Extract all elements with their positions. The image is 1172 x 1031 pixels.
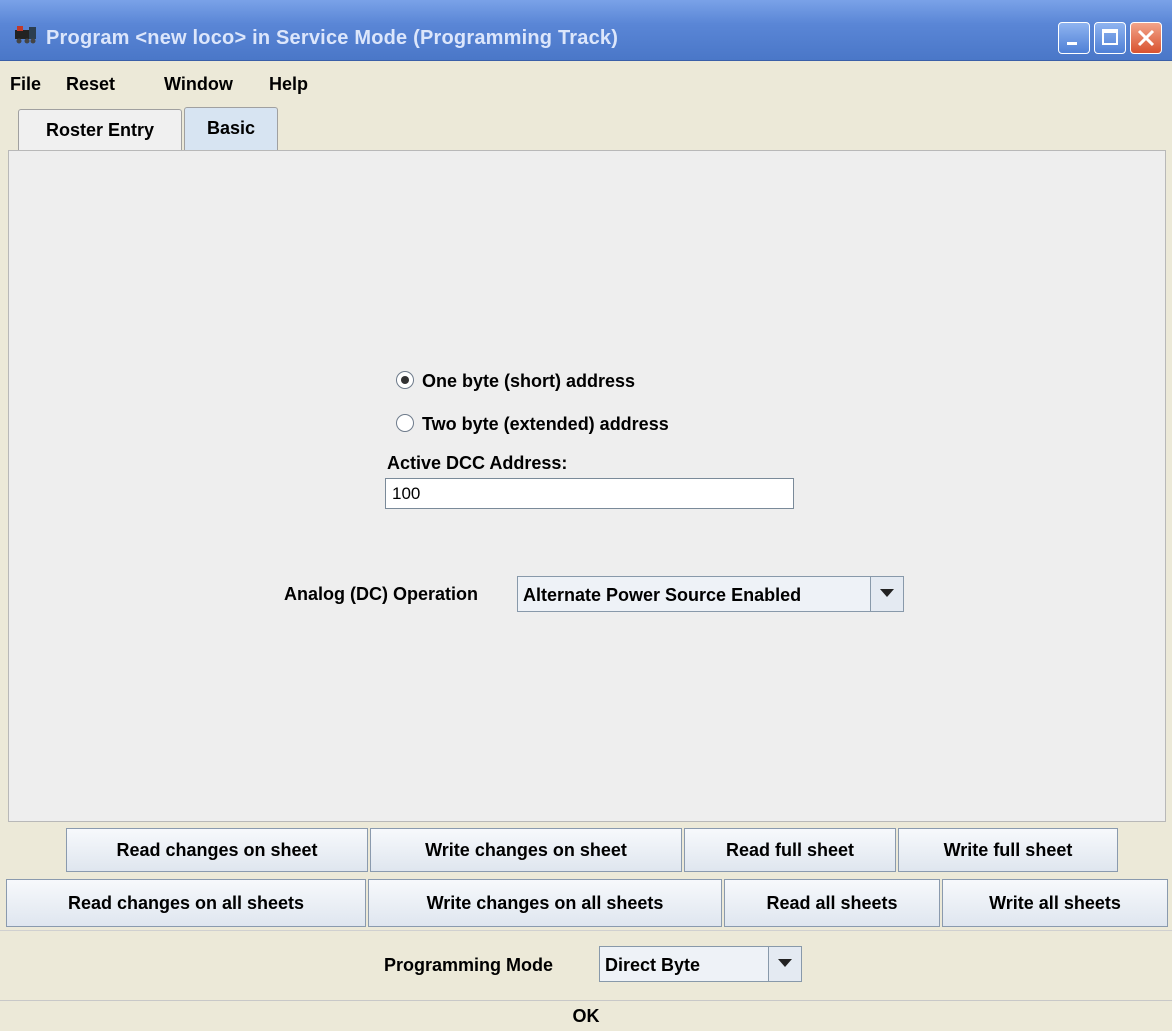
dcc-address-label: Active DCC Address: <box>387 453 568 473</box>
radio-button[interactable] <box>396 414 414 432</box>
minimize-icon <box>1067 42 1077 45</box>
write-changes-all-button[interactable]: Write changes on all sheets <box>368 879 722 927</box>
close-button[interactable] <box>1130 22 1162 54</box>
radio-short-address-label: One byte (short) address <box>422 371 636 391</box>
tab-basic[interactable]: Basic <box>184 107 278 151</box>
programming-mode-value: Direct Byte <box>605 955 701 975</box>
menu-bar: File Reset Window Help <box>0 61 1172 105</box>
read-all-sheets-button[interactable]: Read all sheets <box>724 879 940 927</box>
radio-button[interactable] <box>396 371 414 389</box>
maximize-icon <box>1102 29 1118 45</box>
menu-help[interactable]: Help <box>269 74 308 95</box>
analog-operation-value: Alternate Power Source Enabled <box>523 585 802 605</box>
dcc-address-field[interactable]: 100 <box>385 478 794 509</box>
dropdown-arrow-icon[interactable] <box>870 577 903 611</box>
programming-mode-select[interactable]: Direct Byte <box>599 946 802 982</box>
radio-extended-address[interactable]: Two byte (extended) address <box>396 414 669 435</box>
analog-operation-select[interactable]: Alternate Power Source Enabled <box>517 576 904 612</box>
dropdown-arrow-icon[interactable] <box>768 947 801 981</box>
menu-window[interactable]: Window <box>164 74 233 95</box>
programming-mode-label: Programming Mode <box>384 955 554 975</box>
read-full-sheet-button[interactable]: Read full sheet <box>684 828 896 872</box>
write-changes-sheet-button[interactable]: Write changes on sheet <box>370 828 682 872</box>
write-full-sheet-button[interactable]: Write full sheet <box>898 828 1118 872</box>
radio-short-address[interactable]: One byte (short) address <box>396 371 635 392</box>
title-bar[interactable]: Program <new loco> in Service Mode (Prog… <box>0 0 1172 61</box>
minimize-button[interactable] <box>1058 22 1090 54</box>
tab-strip: Roster Entry Basic <box>0 105 1172 151</box>
maximize-button[interactable] <box>1094 22 1126 54</box>
analog-operation-label: Analog (DC) Operation <box>284 584 478 604</box>
read-changes-sheet-button[interactable]: Read changes on sheet <box>66 828 368 872</box>
locomotive-icon <box>15 26 36 44</box>
menu-file[interactable]: File <box>10 74 41 95</box>
radio-extended-address-label: Two byte (extended) address <box>422 414 669 434</box>
divider <box>0 930 1172 931</box>
read-changes-all-button[interactable]: Read changes on all sheets <box>6 879 366 927</box>
window-title: Program <new loco> in Service Mode (Prog… <box>46 27 619 49</box>
status-bar: OK <box>0 1000 1172 1031</box>
tab-roster-entry[interactable]: Roster Entry <box>18 109 182 150</box>
write-all-sheets-button[interactable]: Write all sheets <box>942 879 1168 927</box>
menu-reset[interactable]: Reset <box>66 74 115 95</box>
close-icon <box>1137 29 1155 47</box>
